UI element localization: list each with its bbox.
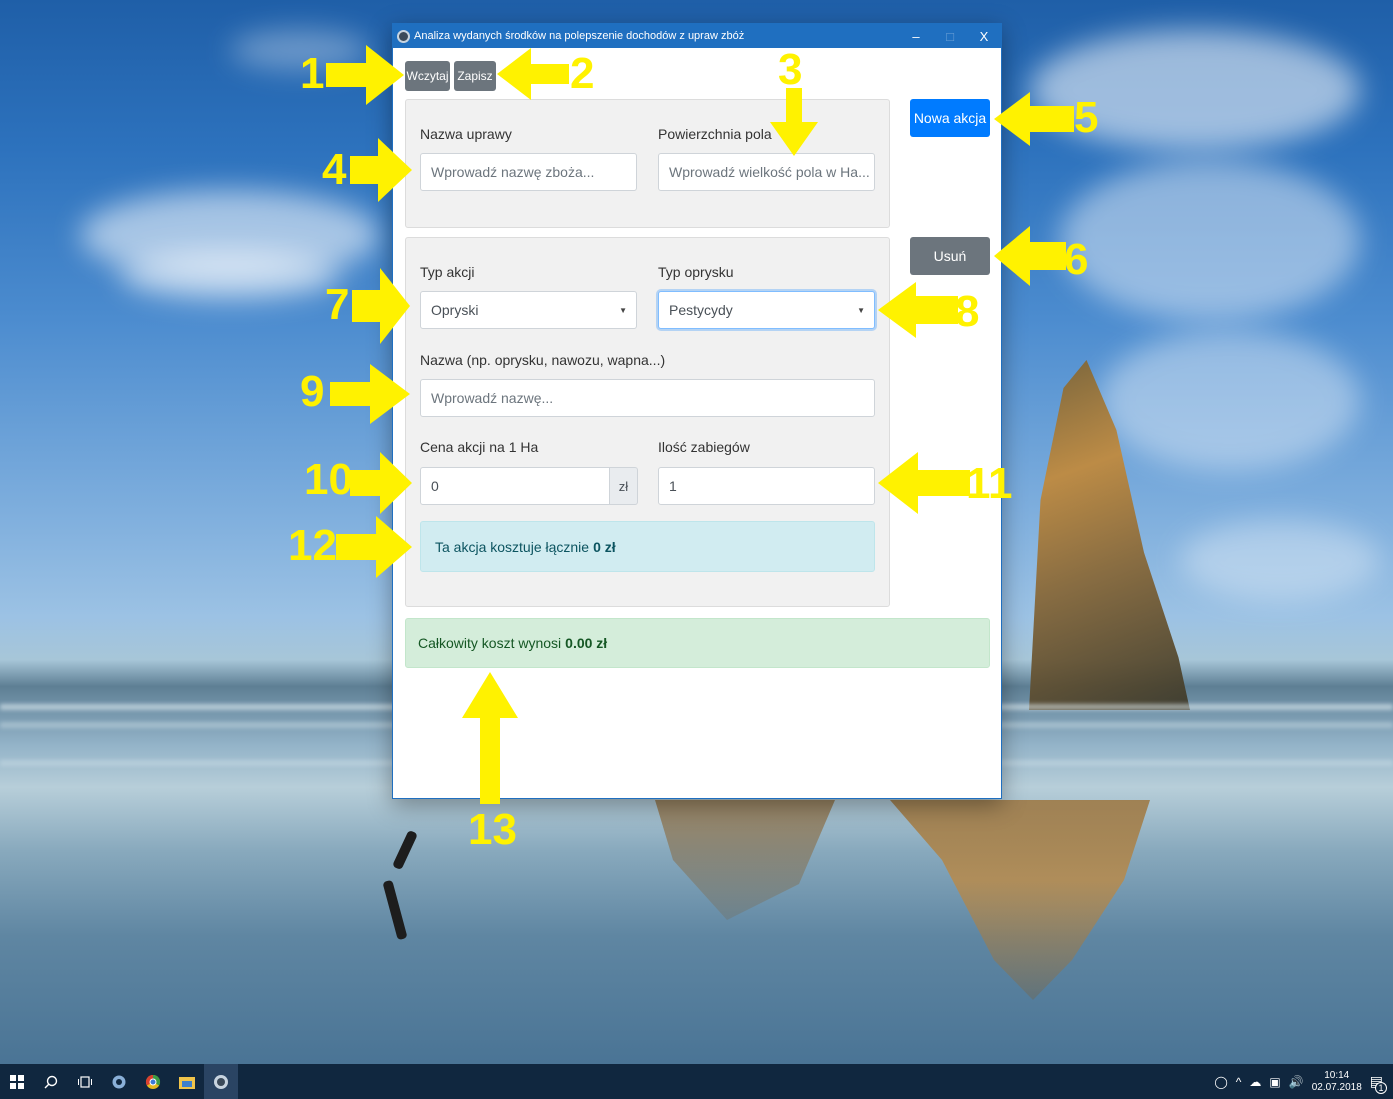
annotation-label-2: 2	[570, 49, 595, 98]
annotation-arrow-7	[352, 268, 410, 344]
annotation-label-3: 3	[778, 45, 803, 94]
delete-button[interactable]: Usuń	[910, 237, 990, 275]
annotation-arrow-10	[350, 452, 412, 514]
annotation-label-8: 8	[955, 287, 980, 336]
clock-time: 10:14	[1324, 1069, 1350, 1081]
action-cost-value: 0 zł	[593, 538, 616, 555]
cliff-reflection	[890, 800, 1150, 1000]
annotation-arrow-4	[350, 138, 412, 202]
field-area-label: Powierzchnia pola	[658, 126, 772, 142]
cloud	[1100, 330, 1360, 470]
action-cost-text: Ta akcja kosztuje łącznie	[435, 538, 590, 555]
price-input[interactable]: 0	[420, 467, 610, 505]
annotation-label-12: 12	[288, 521, 337, 570]
people-icon[interactable]: ◯	[1214, 1075, 1227, 1089]
annotation-label-10: 10	[304, 455, 353, 504]
cloud	[120, 250, 340, 300]
cloud	[1060, 160, 1360, 320]
window-title: Analiza wydanych środków na polepszenie …	[414, 30, 745, 42]
spray-type-select[interactable]: Pestycydy ▼	[658, 291, 875, 329]
chevron-up-icon[interactable]: ^	[1236, 1075, 1242, 1089]
total-cost-alert: Całkowity koszt wynosi 0.00 zł	[405, 618, 990, 668]
taskbar: ◯ ^ ☁ ▣ 🔊 10:14 02.07.2018 ▤ 1	[0, 1064, 1393, 1099]
clock-date: 02.07.2018	[1311, 1081, 1362, 1093]
annotation-arrow-1	[326, 45, 404, 105]
action-panel: Typ akcji Opryski ▼ Typ oprysku Pestycyd…	[405, 237, 890, 607]
name-input[interactable]: Wprowadź nazwę...	[420, 379, 875, 417]
annotation-label-4: 4	[322, 145, 347, 194]
spray-type-value: Pestycydy	[669, 302, 733, 318]
notification-count: 1	[1375, 1082, 1387, 1094]
close-button[interactable]: X	[967, 29, 1001, 44]
annotation-arrow-5	[994, 92, 1074, 146]
annotation-arrow-9	[330, 364, 410, 424]
save-button[interactable]: Zapisz	[454, 61, 496, 91]
action-cost-alert: Ta akcja kosztuje łącznie 0 zł	[420, 521, 875, 572]
currency-addon: zł	[610, 467, 638, 505]
window-titlebar[interactable]: Analiza wydanych środków na polepszenie …	[393, 24, 1001, 48]
clock[interactable]: 10:14 02.07.2018	[1312, 1070, 1362, 1094]
cloud	[1180, 520, 1380, 600]
annotation-label-9: 9	[300, 367, 325, 416]
total-cost-value: 0.00 zł	[565, 635, 608, 651]
annotation-arrow-11	[878, 452, 970, 514]
annotation-arrow-12	[336, 516, 412, 578]
runner-reflection	[382, 879, 408, 941]
annotation-label-6: 6	[1064, 235, 1089, 284]
file-explorer-icon[interactable]	[170, 1064, 204, 1099]
task-view-icon[interactable]	[68, 1064, 102, 1099]
windows-start-icon[interactable]	[0, 1064, 34, 1099]
annotation-label-5: 5	[1074, 93, 1099, 142]
crop-name-input[interactable]: Wprowadź nazwę zboża...	[420, 153, 637, 191]
annotation-arrow-8	[878, 282, 958, 338]
maximize-button[interactable]: □	[933, 29, 967, 44]
action-type-value: Opryski	[431, 302, 479, 318]
minimize-button[interactable]: –	[899, 29, 933, 44]
new-action-button[interactable]: Nowa akcja	[910, 99, 990, 137]
onedrive-icon[interactable]: ☁	[1249, 1075, 1261, 1089]
annotation-arrow-2	[497, 48, 569, 100]
annotation-label-11: 11	[966, 459, 1013, 508]
notification-center-icon[interactable]: ▤ 1	[1370, 1073, 1387, 1094]
network-icon[interactable]: ▣	[1269, 1075, 1280, 1089]
load-button[interactable]: Wczytaj	[405, 61, 450, 91]
total-cost-text: Całkowity koszt wynosi	[418, 635, 562, 651]
annotation-label-7: 7	[325, 280, 350, 329]
volume-icon[interactable]: 🔊	[1289, 1075, 1304, 1089]
chrome-icon[interactable]	[136, 1064, 170, 1099]
cliff-reflection	[655, 800, 835, 920]
app-icon	[397, 29, 410, 43]
action-type-label: Typ akcji	[420, 264, 475, 280]
crop-name-label: Nazwa uprawy	[420, 126, 512, 142]
annotation-arrow-13	[462, 672, 518, 804]
cortana-icon[interactable]	[102, 1064, 136, 1099]
annotation-arrow-3	[770, 88, 818, 156]
system-tray: ◯ ^ ☁ ▣ 🔊 10:14 02.07.2018 ▤ 1	[1214, 1064, 1387, 1099]
name-label: Nazwa (np. oprysku, nawozu, wapna...)	[420, 352, 666, 368]
runner-silhouette	[392, 829, 418, 871]
spray-type-label: Typ oprysku	[658, 264, 734, 280]
annotation-label-1: 1	[300, 49, 325, 98]
search-icon[interactable]	[34, 1064, 68, 1099]
field-area-input[interactable]: Wprowadź wielkość pola w Ha...	[658, 153, 875, 191]
count-input[interactable]: 1	[658, 467, 875, 505]
count-label: Ilość zabiegów	[658, 439, 750, 455]
chevron-down-icon: ▼	[857, 305, 865, 315]
app-taskbar-icon[interactable]	[204, 1064, 238, 1099]
annotation-label-13: 13	[468, 805, 517, 854]
price-label: Cena akcji na 1 Ha	[420, 439, 539, 455]
action-type-select[interactable]: Opryski ▼	[420, 291, 637, 329]
chevron-down-icon: ▼	[619, 305, 627, 315]
annotation-arrow-6	[994, 226, 1066, 286]
